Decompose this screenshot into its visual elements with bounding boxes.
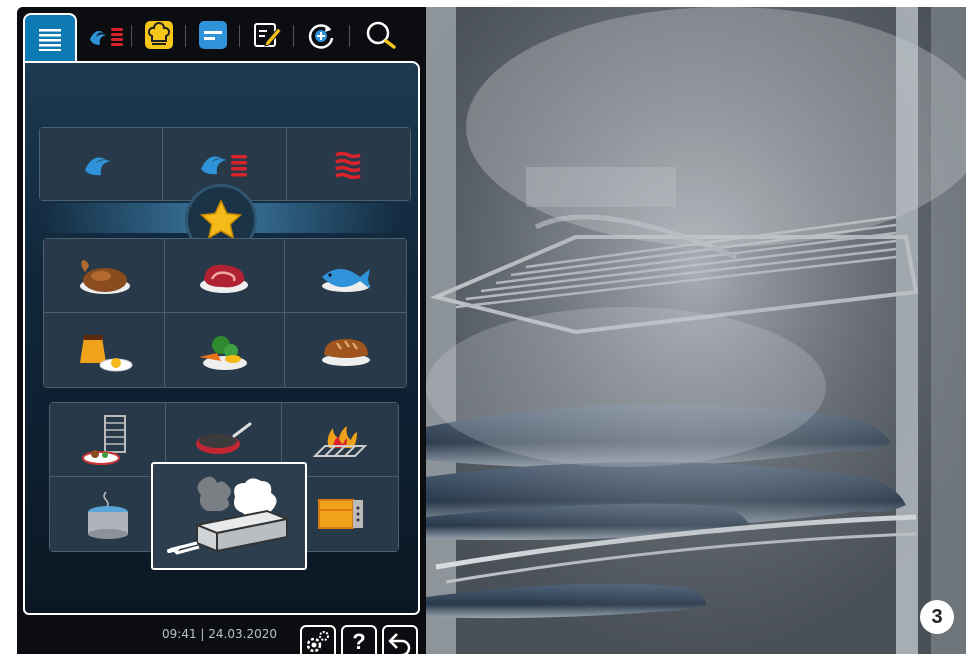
star-icon — [199, 199, 243, 240]
heat-waves-icon — [335, 151, 362, 179]
meat-category-button[interactable] — [164, 239, 286, 313]
step-number-badge: 3 — [920, 600, 954, 634]
grill-flames-icon — [312, 425, 368, 457]
edit-pencil-icon — [254, 23, 282, 47]
top-tab-bar — [17, 7, 426, 63]
boiling-category-button[interactable] — [50, 477, 166, 551]
date-separator: | — [200, 627, 205, 641]
poultry-icon — [79, 259, 130, 294]
oven-control-panel: 09:41 | 24.03.2020 ? — [17, 7, 426, 654]
finishing-category-button[interactable] — [50, 403, 166, 477]
frying-pan-icon — [195, 422, 251, 454]
steak-icon — [200, 264, 249, 293]
smoked-fish-photo — [426, 7, 966, 654]
pot-icon — [87, 491, 128, 539]
main-panel — [23, 61, 420, 615]
poultry-category-button[interactable] — [44, 239, 165, 313]
steam-heat-icon — [201, 155, 248, 177]
tab-separator — [185, 25, 186, 47]
vegetables-icon — [199, 336, 248, 370]
steam-icon — [85, 157, 112, 176]
chef-hat-icon — [145, 21, 173, 49]
clock-time: 09:41 — [162, 627, 197, 641]
smoker-steam-icon — [167, 476, 291, 555]
fish-category-button[interactable] — [285, 239, 406, 313]
tab-icombi[interactable] — [301, 17, 341, 53]
help-button[interactable]: ? — [341, 625, 377, 654]
plate-rack-icon — [81, 414, 126, 465]
oven-tray-icon — [318, 499, 363, 529]
pudding-egg-icon — [79, 335, 133, 372]
egg-dishes-category-button[interactable] — [44, 313, 165, 387]
bread-icon — [321, 339, 370, 366]
program-list-icon — [199, 21, 227, 49]
steam-heat-icon — [90, 28, 123, 46]
dry-heat-mode-button[interactable] — [286, 128, 410, 200]
back-button[interactable] — [382, 625, 418, 654]
tab-separator — [349, 25, 350, 47]
search-icon — [366, 21, 396, 49]
oven-interior-photo — [426, 7, 966, 654]
tab-edit[interactable] — [247, 17, 287, 53]
vegetables-category-button[interactable] — [164, 313, 286, 387]
help-label: ? — [352, 629, 366, 654]
tab-separator — [293, 25, 294, 47]
steam-mode-button[interactable] — [40, 128, 164, 200]
status-footer: 09:41 | 24.03.2020 ? — [17, 617, 426, 654]
gears-icon — [306, 631, 329, 653]
tab-menu[interactable] — [23, 13, 77, 63]
baked-goods-category-button[interactable] — [285, 313, 406, 387]
tab-programs[interactable] — [193, 17, 233, 53]
current-date: 24.03.2020 — [208, 627, 278, 641]
tab-separator — [131, 25, 132, 47]
tab-intelligent-cooking[interactable] — [139, 17, 179, 53]
menu-lines-icon — [39, 29, 61, 51]
fish-icon — [321, 268, 370, 292]
tab-separator — [239, 25, 240, 47]
smoking-category-button[interactable] — [151, 462, 307, 570]
settings-button[interactable] — [300, 625, 336, 654]
tab-search[interactable] — [357, 17, 407, 53]
tab-cooking-modes[interactable] — [85, 17, 127, 53]
food-category-grid — [43, 238, 407, 388]
cycle-plus-icon — [308, 24, 334, 49]
back-arrow-icon — [388, 633, 411, 654]
date-time-display: 09:41 | 24.03.2020 — [162, 627, 277, 641]
